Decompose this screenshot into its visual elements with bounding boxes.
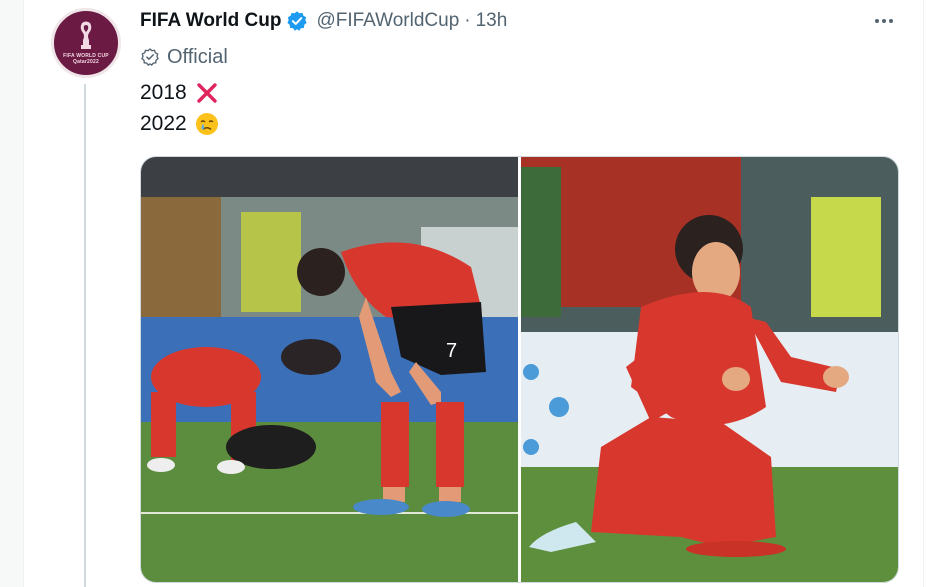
display-name[interactable]: FIFA World Cup [140, 10, 281, 32]
official-label-row: Official [140, 44, 228, 70]
official-label: Official [167, 45, 228, 68]
tweet-timestamp[interactable]: 13h [476, 10, 508, 32]
more-options-icon[interactable] [871, 12, 897, 30]
year-2018-text: 2018 [140, 81, 187, 104]
jersey-number: 7 [446, 340, 457, 362]
timeline-border [923, 0, 924, 587]
verified-badge-icon [287, 11, 308, 31]
tweet-header: FIFA World Cup @FIFAWorldCup · 13h [140, 8, 507, 34]
left-sidebar-gutter [0, 0, 24, 587]
tweet-text-line: 2018 [140, 79, 219, 107]
thread-connector-line [84, 84, 86, 587]
year-2022-text: 2022 [140, 112, 187, 135]
tweet-media-grid: 7 [140, 156, 899, 583]
tweet-text-line: 2022 [140, 110, 219, 138]
avatar-brand-text: FIFA WORLD CUP Qatar2022 [63, 53, 109, 65]
cross-mark-icon [197, 83, 217, 103]
crying-face-icon [195, 113, 218, 135]
separator-dot: · [464, 10, 471, 31]
son-heung-min-celebrating-photo[interactable] [521, 157, 898, 582]
trophy-logo-icon [80, 21, 92, 49]
official-badge-icon [141, 48, 159, 66]
korea-players-dejected-photo[interactable]: 7 [141, 157, 518, 582]
avatar[interactable]: FIFA WORLD CUP Qatar2022 [51, 8, 121, 78]
user-handle[interactable]: @FIFAWorldCup [316, 10, 459, 32]
